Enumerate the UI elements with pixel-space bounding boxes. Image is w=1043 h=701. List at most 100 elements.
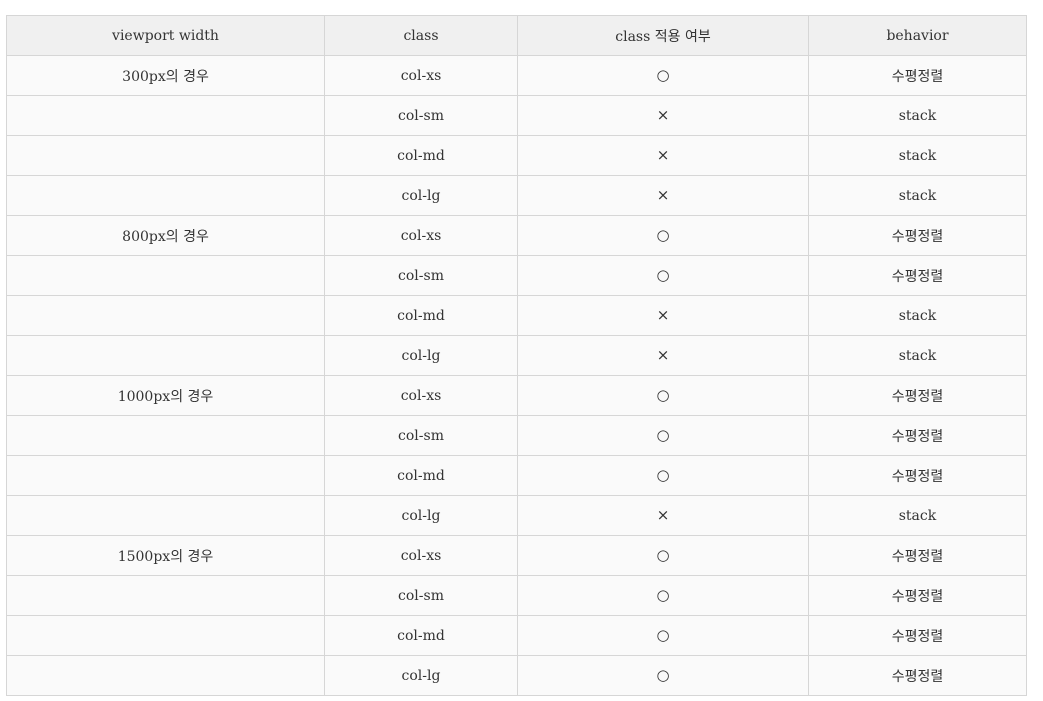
- applied-mark-icon: ×: [656, 305, 670, 324]
- cell-class-applied: ×: [517, 175, 809, 216]
- table-row: 1500px의 경우 col-xs ○ 수평정렬: [6, 535, 1027, 576]
- cell-viewport-width: [6, 335, 325, 376]
- table-row: col-sm ○ 수평정렬: [6, 415, 1027, 456]
- cell-viewport-width: [6, 175, 325, 216]
- cell-behavior: 수평정렬: [808, 655, 1027, 696]
- header-class: class: [324, 15, 518, 56]
- cell-behavior: 수평정렬: [808, 535, 1027, 576]
- cell-class: col-xs: [324, 535, 518, 576]
- cell-class-applied: ×: [517, 95, 809, 136]
- cell-class: col-sm: [324, 575, 518, 616]
- table-row: col-sm ○ 수평정렬: [6, 575, 1027, 616]
- cell-class: col-sm: [324, 95, 518, 136]
- cell-viewport-width: 1500px의 경우: [6, 535, 325, 576]
- table-header: viewport width class class 적용 여부 behavio…: [6, 15, 1027, 56]
- header-behavior: behavior: [808, 15, 1027, 56]
- cell-class: col-lg: [324, 335, 518, 376]
- header-viewport-width: viewport width: [6, 15, 325, 56]
- cell-class: col-md: [324, 295, 518, 336]
- table-row: col-sm ○ 수평정렬: [6, 255, 1027, 296]
- cell-class-applied: ×: [517, 495, 809, 536]
- table-row: 300px의 경우 col-xs ○ 수평정렬: [6, 55, 1027, 96]
- cell-behavior: 수평정렬: [808, 415, 1027, 456]
- table-row: col-md × stack: [6, 135, 1027, 176]
- table-row: 1000px의 경우 col-xs ○ 수평정렬: [6, 375, 1027, 416]
- cell-class-applied: ○: [517, 215, 809, 256]
- cell-class: col-md: [324, 135, 518, 176]
- applied-mark-icon: ×: [656, 185, 670, 204]
- cell-viewport-width: [6, 135, 325, 176]
- applied-mark-icon: ○: [656, 585, 670, 604]
- cell-class-applied: ×: [517, 295, 809, 336]
- cell-behavior: 수평정렬: [808, 215, 1027, 256]
- cell-behavior: 수평정렬: [808, 55, 1027, 96]
- cell-viewport-width: [6, 295, 325, 336]
- cell-viewport-width: [6, 95, 325, 136]
- cell-class-applied: ○: [517, 375, 809, 416]
- cell-behavior: stack: [808, 95, 1027, 136]
- cell-class-applied: ○: [517, 535, 809, 576]
- cell-viewport-width: [6, 455, 325, 496]
- bootstrap-grid-table: viewport width class class 적용 여부 behavio…: [6, 15, 1027, 696]
- table-row: col-lg × stack: [6, 175, 1027, 216]
- cell-viewport-width: 1000px의 경우: [6, 375, 325, 416]
- applied-mark-icon: ○: [656, 65, 670, 84]
- applied-mark-icon: ○: [656, 465, 670, 484]
- cell-class-applied: ○: [517, 415, 809, 456]
- cell-viewport-width: 800px의 경우: [6, 215, 325, 256]
- cell-class-applied: ○: [517, 55, 809, 96]
- cell-class-applied: ○: [517, 615, 809, 656]
- cell-viewport-width: [6, 615, 325, 656]
- cell-viewport-width: [6, 495, 325, 536]
- cell-behavior: stack: [808, 175, 1027, 216]
- header-class-applied: class 적용 여부: [517, 15, 809, 56]
- table-body: 300px의 경우 col-xs ○ 수평정렬 col-sm × stack col-md × s…: [6, 55, 1027, 696]
- cell-class: col-md: [324, 615, 518, 656]
- table-row: col-md ○ 수평정렬: [6, 455, 1027, 496]
- cell-behavior: stack: [808, 495, 1027, 536]
- cell-class: col-xs: [324, 55, 518, 96]
- applied-mark-icon: ○: [656, 225, 670, 244]
- table-row: col-md ○ 수평정렬: [6, 615, 1027, 656]
- header-row: viewport width class class 적용 여부 behavio…: [6, 15, 1027, 56]
- cell-class-applied: ○: [517, 255, 809, 296]
- table-row: col-sm × stack: [6, 95, 1027, 136]
- cell-behavior: stack: [808, 295, 1027, 336]
- cell-class: col-lg: [324, 495, 518, 536]
- cell-class: col-lg: [324, 655, 518, 696]
- cell-class: col-sm: [324, 415, 518, 456]
- cell-class-applied: ○: [517, 655, 809, 696]
- applied-mark-icon: ○: [656, 265, 670, 284]
- cell-class: col-xs: [324, 375, 518, 416]
- cell-viewport-width: [6, 255, 325, 296]
- cell-behavior: 수평정렬: [808, 455, 1027, 496]
- applied-mark-icon: ×: [656, 105, 670, 124]
- table-row: col-lg × stack: [6, 495, 1027, 536]
- cell-behavior: 수평정렬: [808, 575, 1027, 616]
- cell-class-applied: ×: [517, 335, 809, 376]
- cell-behavior: stack: [808, 335, 1027, 376]
- cell-behavior: 수평정렬: [808, 255, 1027, 296]
- cell-class: col-sm: [324, 255, 518, 296]
- cell-behavior: 수평정렬: [808, 615, 1027, 656]
- cell-class-applied: ×: [517, 135, 809, 176]
- cell-class: col-md: [324, 455, 518, 496]
- applied-mark-icon: ○: [656, 625, 670, 644]
- cell-class-applied: ○: [517, 575, 809, 616]
- cell-behavior: stack: [808, 135, 1027, 176]
- table-row: 800px의 경우 col-xs ○ 수평정렬: [6, 215, 1027, 256]
- cell-class: col-lg: [324, 175, 518, 216]
- applied-mark-icon: ×: [656, 145, 670, 164]
- applied-mark-icon: ○: [656, 385, 670, 404]
- applied-mark-icon: ×: [656, 505, 670, 524]
- cell-behavior: 수평정렬: [808, 375, 1027, 416]
- applied-mark-icon: ○: [656, 545, 670, 564]
- applied-mark-icon: ×: [656, 345, 670, 364]
- cell-class: col-xs: [324, 215, 518, 256]
- applied-mark-icon: ○: [656, 425, 670, 444]
- cell-viewport-width: [6, 655, 325, 696]
- cell-viewport-width: 300px의 경우: [6, 55, 325, 96]
- applied-mark-icon: ○: [656, 665, 670, 684]
- table-row: col-lg × stack: [6, 335, 1027, 376]
- table-row: col-md × stack: [6, 295, 1027, 336]
